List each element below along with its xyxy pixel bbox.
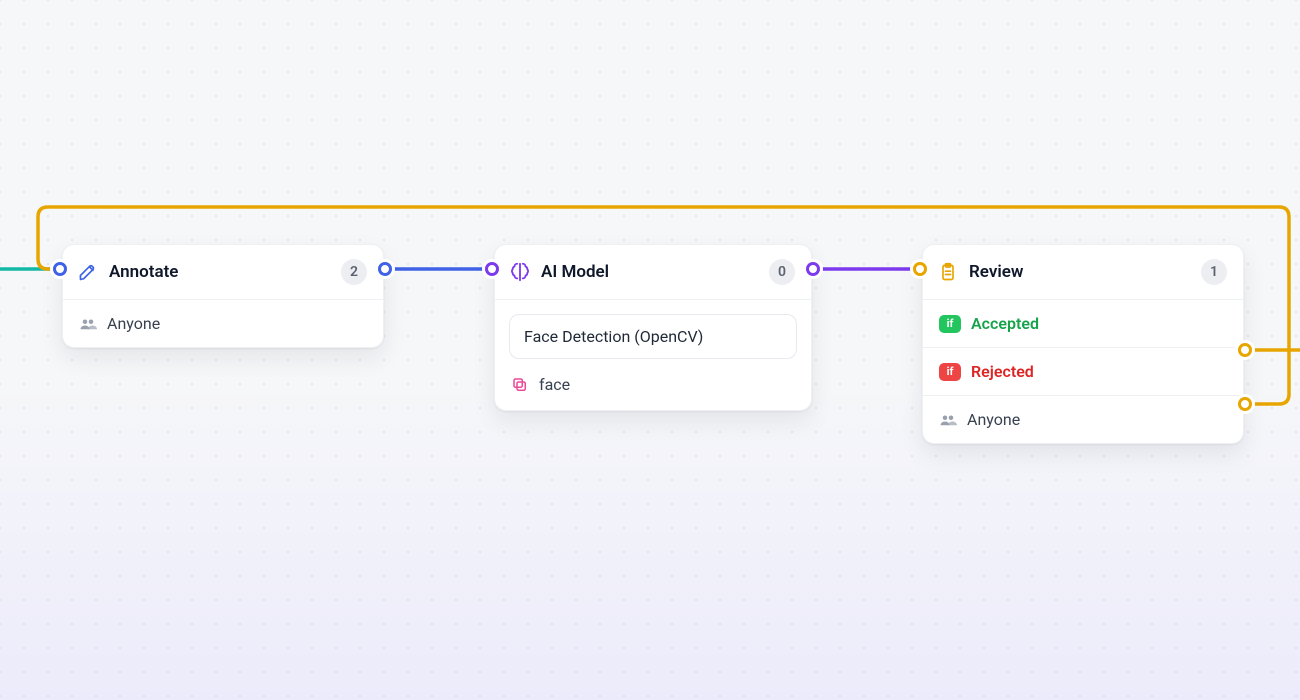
node-aimodel[interactable]: AI Model 0 Face Detection (OpenCV) face (494, 244, 812, 411)
brain-icon (509, 261, 531, 283)
node-review-count: 1 (1201, 259, 1227, 285)
node-annotate-count: 2 (341, 259, 367, 285)
node-annotate-title: Annotate (109, 262, 331, 282)
node-aimodel-label-name: face (539, 375, 570, 394)
node-aimodel-label-row[interactable]: face (495, 365, 811, 410)
people-icon (939, 411, 957, 429)
port-review-accepted-out[interactable] (1238, 343, 1252, 357)
port-review-in[interactable] (913, 262, 927, 276)
port-review-rejected-out[interactable] (1238, 397, 1252, 411)
people-icon (79, 315, 97, 333)
node-review[interactable]: Review 1 if Accepted if Rejected Anyone (922, 244, 1244, 444)
node-aimodel-title: AI Model (541, 262, 759, 282)
node-review-header: Review 1 (923, 245, 1243, 300)
port-annotate-in[interactable] (53, 262, 67, 276)
port-aimodel-in[interactable] (485, 262, 499, 276)
if-badge-accepted: if (939, 315, 961, 333)
port-aimodel-out[interactable] (806, 262, 820, 276)
node-aimodel-header: AI Model 0 (495, 245, 811, 300)
pencil-icon (77, 261, 99, 283)
node-annotate-assignee-label: Anyone (107, 314, 160, 333)
if-badge-rejected: if (939, 363, 961, 381)
node-annotate-header: Annotate 2 (63, 245, 383, 300)
node-aimodel-count: 0 (769, 259, 795, 285)
node-annotate-assignee-row[interactable]: Anyone (63, 300, 383, 347)
node-review-rejected-row[interactable]: if Rejected (923, 348, 1243, 396)
copy-icon (511, 376, 529, 394)
node-review-assignee-row[interactable]: Anyone (923, 396, 1243, 443)
node-review-accepted-label: Accepted (971, 314, 1039, 333)
clipboard-icon (937, 261, 959, 283)
node-review-assignee-label: Anyone (967, 410, 1020, 429)
port-annotate-out[interactable] (378, 262, 392, 276)
workflow-canvas[interactable]: Annotate 2 Anyone AI Model 0 Face Detect… (0, 0, 1300, 700)
node-aimodel-model-name[interactable]: Face Detection (OpenCV) (509, 314, 797, 359)
node-review-rejected-label: Rejected (971, 362, 1034, 381)
node-review-accepted-row[interactable]: if Accepted (923, 300, 1243, 348)
node-annotate[interactable]: Annotate 2 Anyone (62, 244, 384, 348)
node-review-title: Review (969, 262, 1191, 282)
